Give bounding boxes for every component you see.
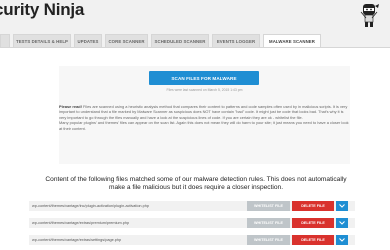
notice-body: Files are scanned using a heuristic anal… — [59, 104, 348, 120]
expand-row-button[interactable] — [336, 235, 348, 245]
scanner-notice: Please read! Files are scanned using a h… — [59, 104, 350, 131]
expand-row-button[interactable] — [336, 201, 348, 211]
whitelist-file-button[interactable]: WHITELIST FILE — [247, 218, 290, 228]
whitelist-file-button[interactable]: WHITELIST FILE — [247, 201, 290, 211]
tab-updates[interactable]: UPDATES — [74, 34, 102, 48]
file-path: wp-content/themes/vantage/inc/plugin-act… — [32, 204, 149, 208]
app-title: curity Ninja — [0, 0, 85, 19]
file-row: wp-content/themes/vantage/extras/setting… — [29, 235, 355, 245]
tab-bar: TESTS DETAILS & HELP UPDATES CORE SCANNE… — [0, 34, 390, 48]
app-header: curity Ninja — [0, 0, 390, 30]
delete-file-button[interactable]: DELETE FILE — [292, 218, 334, 228]
tab-events-logger[interactable]: EVENTS LOGGER — [212, 34, 260, 48]
malware-scanner-panel: SCAN FILES FOR MALWARE Files were last s… — [0, 48, 390, 250]
tab-malware-scanner[interactable]: MALWARE SCANNER — [263, 34, 321, 48]
expand-row-button[interactable] — [336, 218, 348, 228]
whitelist-file-button[interactable]: WHITELIST FILE — [247, 235, 290, 245]
notice-paragraph-2: Many popular plugins' and themes' files … — [59, 120, 349, 131]
chevron-down-icon — [339, 221, 345, 225]
notice-paragraph: Please read! Files are scanned using a h… — [59, 104, 350, 120]
delete-file-button[interactable]: DELETE FILE — [292, 201, 334, 211]
notice-title: Please read! — [59, 104, 82, 109]
tab-scheduled-scanner[interactable]: SCHEDULED SCANNER — [151, 34, 209, 48]
tab-core-scanner[interactable]: CORE SCANNER — [105, 34, 148, 48]
tab-overview[interactable] — [0, 34, 10, 48]
last-scan-status: Files were last scanned on March 5, 2015… — [166, 88, 243, 92]
chevron-down-icon — [339, 204, 345, 208]
scan-box: SCAN FILES FOR MALWARE Files were last s… — [59, 66, 350, 164]
delete-file-button[interactable]: DELETE FILE — [292, 235, 334, 245]
file-row: wp-content/themes/vantage/inc/plugin-act… — [29, 201, 355, 211]
file-row: wp-content/themes/vantage/extras/premium… — [29, 218, 355, 228]
file-path: wp-content/themes/vantage/extras/setting… — [32, 238, 122, 242]
ninja-mascot-icon — [360, 4, 379, 27]
chevron-down-icon — [339, 238, 345, 242]
results-heading: Content of the following files matched s… — [45, 176, 347, 191]
file-path: wp-content/themes/vantage/extras/premium… — [32, 221, 130, 225]
tab-tests-details-help[interactable]: TESTS DETAILS & HELP — [13, 34, 71, 48]
scan-files-button[interactable]: SCAN FILES FOR MALWARE — [149, 71, 259, 85]
